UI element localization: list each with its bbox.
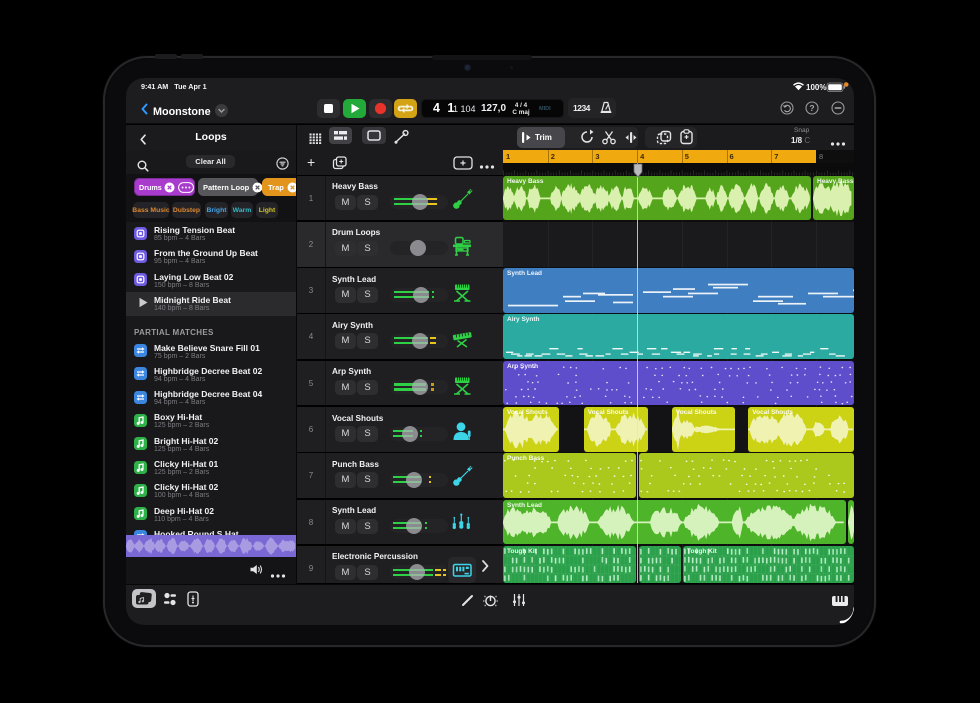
svg-text:100%: 100% [806,83,826,92]
svg-text:?: ? [809,103,814,113]
